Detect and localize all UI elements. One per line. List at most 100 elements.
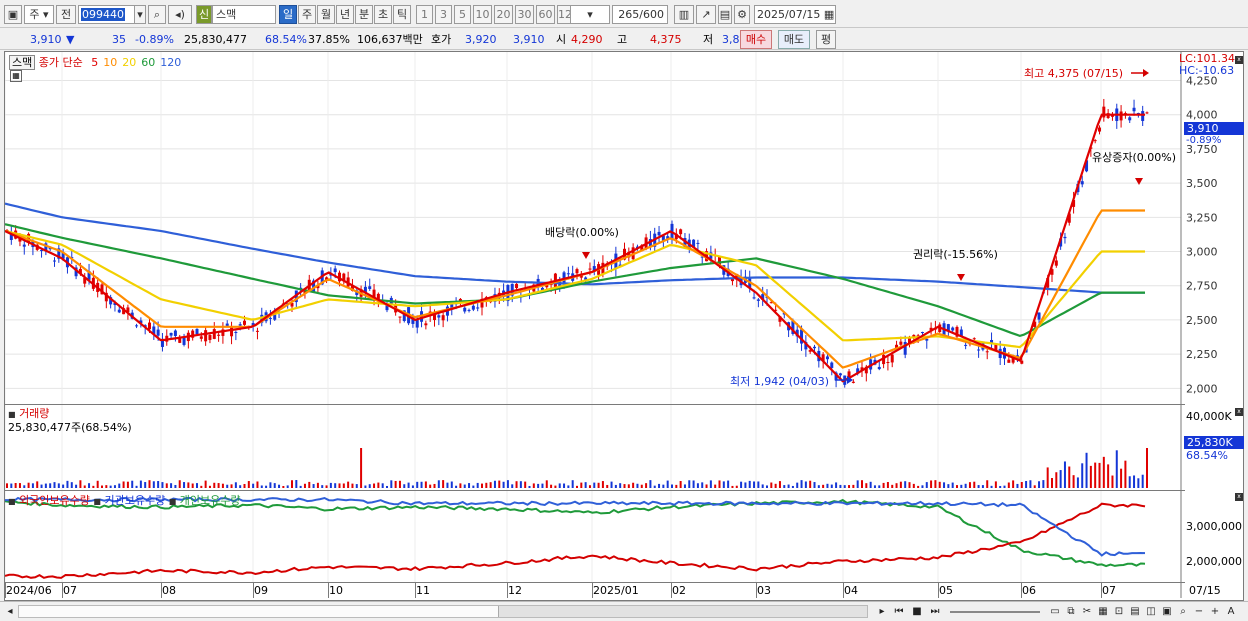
rewind-icon[interactable]: ⏮ [892, 604, 906, 619]
table-icon[interactable]: ▦ [10, 70, 22, 82]
volume-bar [459, 483, 462, 488]
candle-body [1128, 117, 1132, 121]
volume-ytick: 40,000K [1186, 410, 1232, 423]
xaxis-tick [1101, 582, 1102, 598]
candle-body [752, 297, 756, 299]
volume-bar [869, 481, 872, 488]
volume-bar [679, 481, 682, 488]
prev-button[interactable]: 전 [56, 5, 76, 24]
xaxis-tick [1021, 582, 1022, 598]
stop-icon[interactable]: ■ [910, 604, 924, 619]
copy-icon[interactable]: ⧉ [1064, 604, 1078, 619]
volume-bar [722, 481, 725, 488]
buy-button[interactable]: 매수 [740, 30, 772, 49]
volume-bar [109, 485, 112, 488]
interval-10-button[interactable]: 10 [473, 5, 492, 24]
timeframe-4-button[interactable]: 분 [355, 5, 373, 24]
period-select[interactable]: 주 ▾ [24, 5, 54, 24]
draw-tool-icon[interactable]: ↗ [696, 5, 716, 24]
price-change: 35 [112, 33, 126, 46]
grid-icon[interactable]: ▦ [1096, 604, 1110, 619]
interval-30-button[interactable]: 30 [515, 5, 534, 24]
chart-area[interactable]: 4,250 4,000 3,750 3,500 3,250 3,000 2,750 2,500… [4, 51, 1244, 601]
plus-icon[interactable]: + [1208, 604, 1222, 619]
scroll-thumb[interactable] [19, 606, 499, 617]
open-label: 시 [556, 33, 567, 46]
volume-bar [1012, 480, 1015, 488]
gear-icon[interactable]: ⚙ [734, 5, 750, 24]
minus-icon[interactable]: − [1192, 604, 1206, 619]
xaxis-label: 02 [672, 584, 686, 597]
chart-icon[interactable]: ◫ [1144, 604, 1158, 619]
scroll-right-icon[interactable]: ▸ [876, 604, 888, 619]
forward-icon[interactable]: ⏭ [928, 604, 942, 619]
volume-bar [53, 482, 56, 488]
candle-body [696, 242, 700, 244]
timeframe-1-button[interactable]: 주 [298, 5, 316, 24]
scroll-track[interactable] [18, 605, 868, 618]
save-icon[interactable]: ▤ [718, 5, 732, 24]
lock-icon[interactable]: ⊡ [1112, 604, 1126, 619]
eval-button[interactable]: 평 [816, 30, 836, 49]
interval-60-button[interactable]: 60 [536, 5, 555, 24]
table-icon-2[interactable]: ▤ [1128, 604, 1142, 619]
new-badge: 신 [196, 5, 212, 24]
layout-icon[interactable]: ▭ [1048, 604, 1062, 619]
stock-name-field[interactable]: 스맥 [212, 5, 276, 24]
volume-bar [731, 485, 734, 488]
stock-code-input[interactable]: 099440 [78, 5, 136, 24]
candle-type-icon[interactable]: ▥ [674, 5, 694, 24]
timeframe-3-button[interactable]: 년 [336, 5, 354, 24]
volume-bar [312, 484, 315, 488]
zoom-out-magnifier-icon[interactable]: ⌕ [1176, 604, 1190, 619]
sell-button[interactable]: 매도 [778, 30, 810, 49]
zoom-slider[interactable] [950, 611, 1040, 613]
interval-5-button[interactable]: 5 [454, 5, 471, 24]
interval-3-button[interactable]: 3 [435, 5, 452, 24]
timeframe-6-button[interactable]: 틱 [393, 5, 411, 24]
candle-body [208, 335, 212, 340]
candle-body [890, 354, 894, 363]
scroll-left-icon[interactable]: ◂ [4, 604, 16, 619]
stock-tag[interactable]: 스맥 [9, 55, 36, 70]
volume-bar [597, 482, 600, 488]
volume-bar [558, 483, 561, 488]
volume-bar [610, 481, 613, 488]
volume-bar [882, 482, 885, 488]
volume-bar [999, 485, 1002, 488]
xaxis-tick [62, 582, 63, 598]
font-size-icon[interactable]: A [1224, 604, 1238, 619]
candle-body [156, 329, 160, 336]
current-price-marker: 3,910 [1184, 122, 1244, 135]
timeframe-2-button[interactable]: 월 [317, 5, 335, 24]
volume-bar [1115, 450, 1118, 488]
date-field[interactable]: 2025/07/15 ▦ [754, 5, 836, 24]
candle-body [825, 356, 829, 360]
window-icon[interactable]: ▣ [4, 5, 22, 24]
bottom-scrollbar[interactable]: ◂ ▸ ⏮ ■ ⏭ ▭ ⧉ ✂ ▦ ⊡ ▤ ◫ ▣ ⌕ − + A [0, 601, 1248, 621]
timeframe-0-button[interactable]: 일 [279, 5, 297, 24]
volume-bar [6, 483, 8, 488]
code-dropdown-icon[interactable]: ▾ [134, 5, 146, 24]
xaxis-label: 05 [939, 584, 953, 597]
volume-bar [265, 485, 268, 488]
candle-body [398, 316, 402, 318]
tools-icon[interactable]: ✂ [1080, 604, 1094, 619]
candle-body [238, 324, 242, 326]
timeframe-5-button[interactable]: 초 [374, 5, 392, 24]
interval-1-button[interactable]: 1 [416, 5, 433, 24]
search-icon[interactable]: ⌕ [148, 5, 166, 24]
chart-svg: 4,2504,0003,7503,5003,2503,0002,7502,500… [5, 52, 1218, 598]
image-icon[interactable]: ▣ [1160, 604, 1174, 619]
interval-20-button[interactable]: 20 [494, 5, 513, 24]
count-field[interactable]: 265/600 [612, 5, 668, 24]
candle-body [225, 323, 229, 326]
holding-close-icon[interactable]: x [1235, 493, 1243, 501]
volume-close-icon[interactable]: x [1235, 408, 1243, 416]
volume-bar [208, 485, 211, 488]
blank-select[interactable]: ▾ [570, 5, 610, 24]
volume-bar [934, 480, 937, 488]
speaker-icon[interactable]: ◂) [168, 5, 192, 24]
panel-close-icon[interactable]: x [1235, 56, 1243, 64]
candle-body [985, 351, 989, 353]
